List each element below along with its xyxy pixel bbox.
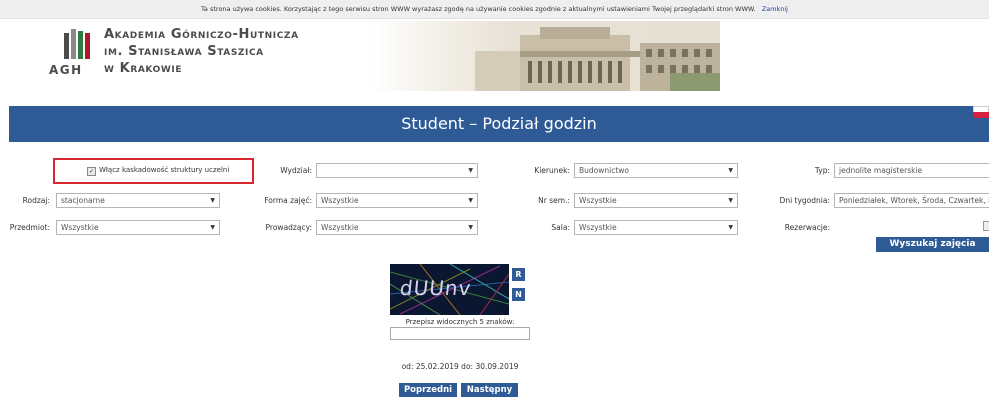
chevron-down-icon: ▼ bbox=[728, 167, 733, 174]
cascade-checkbox[interactable]: ✓ bbox=[87, 167, 96, 176]
kierunek-label: Kierunek: bbox=[534, 166, 570, 175]
forma-label: Forma zajęć: bbox=[264, 196, 312, 205]
nrsem-label: Nr sem.: bbox=[538, 196, 570, 205]
captcha-text: dUUnv bbox=[398, 276, 473, 300]
previous-button[interactable]: Poprzedni bbox=[399, 383, 457, 397]
period-text: od: 25.02.2019 do: 30.09.2019 bbox=[401, 362, 519, 371]
przedmiot-select[interactable]: Wszystkie ▼ bbox=[56, 220, 220, 235]
forma-value: Wszystkie bbox=[321, 196, 359, 205]
university-name[interactable]: Akademia Górniczo-Hutnicza im. Stanisław… bbox=[104, 26, 299, 77]
search-button[interactable]: Wyszukaj zajęcia bbox=[876, 237, 989, 252]
building-banner-image bbox=[370, 21, 720, 91]
typ-value: jednolite magisterskie bbox=[839, 166, 923, 175]
typ-select[interactable]: jednolite magisterskie bbox=[834, 163, 989, 178]
cookie-text: Ta strona używa cookies. Korzystając z t… bbox=[201, 5, 756, 13]
page-title-bar: Student – Podział godzin bbox=[9, 106, 989, 142]
chevron-down-icon: ▼ bbox=[728, 197, 733, 204]
sala-label: Sala: bbox=[551, 223, 570, 232]
sala-select[interactable]: Wszystkie ▼ bbox=[574, 220, 738, 235]
nrsem-select[interactable]: Wszystkie ▼ bbox=[574, 193, 738, 208]
kierunek-value: Budownictwo bbox=[579, 166, 630, 175]
prowadzacy-label: Prowadzący: bbox=[265, 223, 312, 232]
logo-abbr: AGH bbox=[49, 63, 83, 77]
chevron-down-icon: ▼ bbox=[728, 224, 733, 231]
next-button[interactable]: Następny bbox=[461, 383, 518, 397]
university-name-line1: Akademia Górniczo-Hutnicza bbox=[104, 27, 299, 42]
rezerwacje-label: Rezerwacje: bbox=[784, 223, 830, 232]
prowadzacy-value: Wszystkie bbox=[321, 223, 359, 232]
chevron-down-icon: ▼ bbox=[210, 197, 215, 204]
sala-value: Wszystkie bbox=[579, 223, 617, 232]
cascade-label: Włącz kaskadowość struktury uczelni bbox=[99, 166, 230, 174]
przedmiot-label: Przedmiot: bbox=[9, 223, 50, 232]
kierunek-select[interactable]: Budownictwo ▼ bbox=[574, 163, 738, 178]
dni-label: Dni tygodnia: bbox=[779, 196, 830, 205]
dni-select[interactable]: Poniedziałek, Wtorek, Środa, Czwartek, P bbox=[834, 193, 989, 208]
forma-select[interactable]: Wszystkie ▼ bbox=[316, 193, 478, 208]
cookie-close-link[interactable]: Zamknij bbox=[762, 5, 788, 13]
rodzaj-select[interactable]: stacjonarne ▼ bbox=[56, 193, 220, 208]
captcha-new-button[interactable]: N bbox=[512, 288, 525, 301]
chevron-down-icon: ▼ bbox=[468, 197, 473, 204]
wydzial-select[interactable]: ▼ bbox=[316, 163, 478, 178]
wydzial-label: Wydział: bbox=[280, 166, 312, 175]
przedmiot-value: Wszystkie bbox=[61, 223, 99, 232]
chevron-down-icon: ▼ bbox=[468, 224, 473, 231]
rezerwacje-checkbox[interactable] bbox=[983, 221, 989, 231]
prowadzacy-select[interactable]: Wszystkie ▼ bbox=[316, 220, 478, 235]
agh-logo-icon[interactable] bbox=[63, 27, 93, 61]
nrsem-value: Wszystkie bbox=[579, 196, 617, 205]
rodzaj-value: stacjonarne bbox=[61, 196, 105, 205]
cookie-bar: Ta strona używa cookies. Korzystając z t… bbox=[0, 0, 989, 19]
university-name-line3: w Krakowie bbox=[104, 61, 183, 76]
cascade-option[interactable]: ✓ Włącz kaskadowość struktury uczelni bbox=[87, 166, 229, 176]
page-title: Student – Podział godzin bbox=[401, 114, 597, 133]
chevron-down-icon: ▼ bbox=[468, 167, 473, 174]
captcha-instruction: Przepisz widocznych 5 znaków: bbox=[405, 318, 515, 326]
captcha-refresh-button[interactable]: R bbox=[512, 268, 525, 281]
university-name-line2: im. Stanisława Staszica bbox=[104, 44, 264, 59]
polish-flag-icon[interactable] bbox=[973, 106, 989, 118]
captcha-input[interactable] bbox=[390, 327, 530, 340]
typ-label: Typ: bbox=[814, 166, 830, 175]
rodzaj-label: Rodzaj: bbox=[22, 196, 50, 205]
dni-value: Poniedziałek, Wtorek, Środa, Czwartek, P bbox=[839, 196, 989, 205]
chevron-down-icon: ▼ bbox=[210, 224, 215, 231]
